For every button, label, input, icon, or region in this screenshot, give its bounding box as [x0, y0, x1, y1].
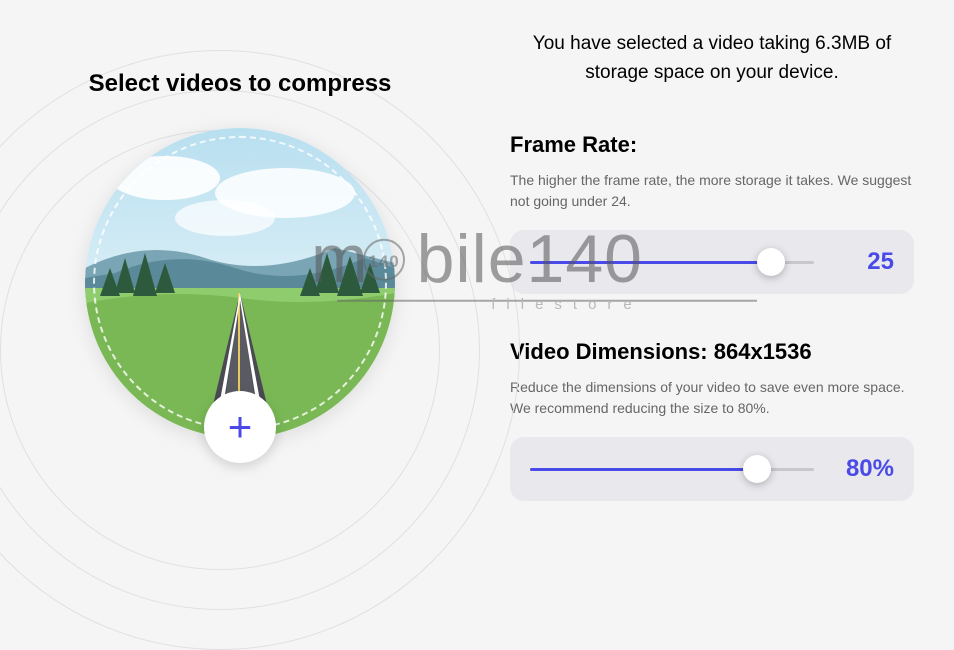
dimensions-description: Reduce the dimensions of your video to s…	[510, 377, 914, 419]
plus-icon: +	[228, 406, 253, 448]
selection-info-text: You have selected a video taking 6.3MB o…	[510, 30, 914, 87]
select-videos-title: Select videos to compress	[0, 70, 480, 98]
video-preview: +	[85, 128, 395, 438]
frame-rate-slider-thumb[interactable]	[757, 248, 785, 276]
frame-rate-value: 25	[834, 248, 894, 276]
dimensions-slider-container: 80%	[510, 437, 914, 501]
frame-rate-slider-container: 25	[510, 230, 914, 294]
left-panel: Select videos to compress	[0, 0, 480, 532]
frame-rate-description: The higher the frame rate, the more stor…	[510, 170, 914, 212]
dimensions-slider-thumb[interactable]	[743, 455, 771, 483]
dimensions-value: 80%	[834, 455, 894, 483]
frame-rate-slider[interactable]	[530, 250, 814, 274]
dimensions-title: Video Dimensions: 864x1536	[510, 339, 914, 365]
dimensions-slider[interactable]	[530, 457, 814, 481]
right-panel: You have selected a video taking 6.3MB o…	[480, 0, 954, 532]
frame-rate-title: Frame Rate:	[510, 132, 914, 158]
add-video-button[interactable]: +	[204, 391, 276, 463]
